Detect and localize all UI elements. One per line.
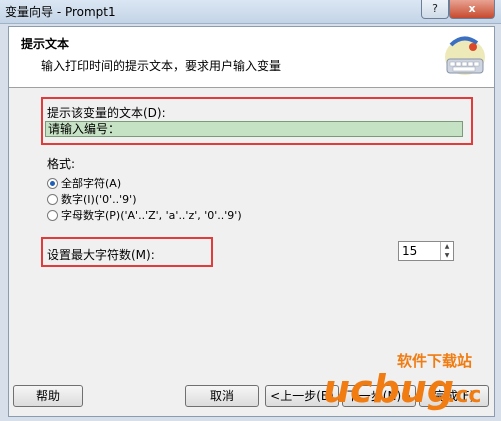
window-title: 变量向导 - Prompt1 xyxy=(5,5,116,19)
format-option-label: 字母数字(P)('A'..'Z', 'a'..'z', '0'..'9') xyxy=(61,209,242,222)
spinner-up-icon[interactable]: ▲ xyxy=(441,242,453,251)
spinner-arrows[interactable]: ▲ ▼ xyxy=(440,242,453,260)
radio-button-selected[interactable] xyxy=(47,177,58,189)
close-button[interactable]: x xyxy=(449,0,495,19)
help-button[interactable]: 帮助 xyxy=(13,385,83,407)
title-bar[interactable]: 变量向导 - Prompt1 ? x xyxy=(0,0,501,24)
page-subtitle: 输入打印时间的提示文本，要求用户输入变量 xyxy=(41,59,282,73)
cancel-button[interactable]: 取消 xyxy=(185,385,259,407)
site-watermark-logo: 软件下载站 ucbug .cc xyxy=(323,352,481,411)
format-option-label: 数字(I)('0'..'9') xyxy=(61,193,137,206)
svg-text:ucbug: ucbug xyxy=(323,367,454,411)
spinner-down-icon[interactable]: ▼ xyxy=(441,251,453,260)
radio-button[interactable] xyxy=(47,209,58,221)
wizard-header: 提示文本 输入打印时间的提示文本，要求用户输入变量 xyxy=(9,27,494,88)
wizard-keyboard-icon xyxy=(445,36,485,75)
max-chars-label: 设置最大字符数(M): xyxy=(47,248,155,262)
format-option-alphanumeric[interactable]: 字母数字(P)('A'..'Z', 'a'..'z', '0'..'9') xyxy=(47,208,242,222)
format-option-numeric[interactable]: 数字(I)('0'..'9') xyxy=(47,192,137,206)
prompt-text-label: 提示该变量的文本(D): xyxy=(47,106,166,120)
format-label: 格式: xyxy=(47,157,76,171)
prompt-text-input[interactable] xyxy=(45,121,463,137)
radio-button[interactable] xyxy=(47,193,58,205)
page-title: 提示文本 xyxy=(21,37,70,51)
max-chars-spinner[interactable]: 15 ▲ ▼ xyxy=(398,241,454,261)
format-option-all[interactable]: 全部字符(A) xyxy=(47,176,121,190)
wizard-dialog: 提示文本 输入打印时间的提示文本，要求用户输入变量 提示该变量的文本(D): 格… xyxy=(8,26,495,417)
svg-text:.cc: .cc xyxy=(447,383,481,408)
help-title-button[interactable]: ? xyxy=(421,0,449,19)
format-option-label: 全部字符(A) xyxy=(61,177,122,190)
max-chars-value: 15 xyxy=(402,244,418,258)
